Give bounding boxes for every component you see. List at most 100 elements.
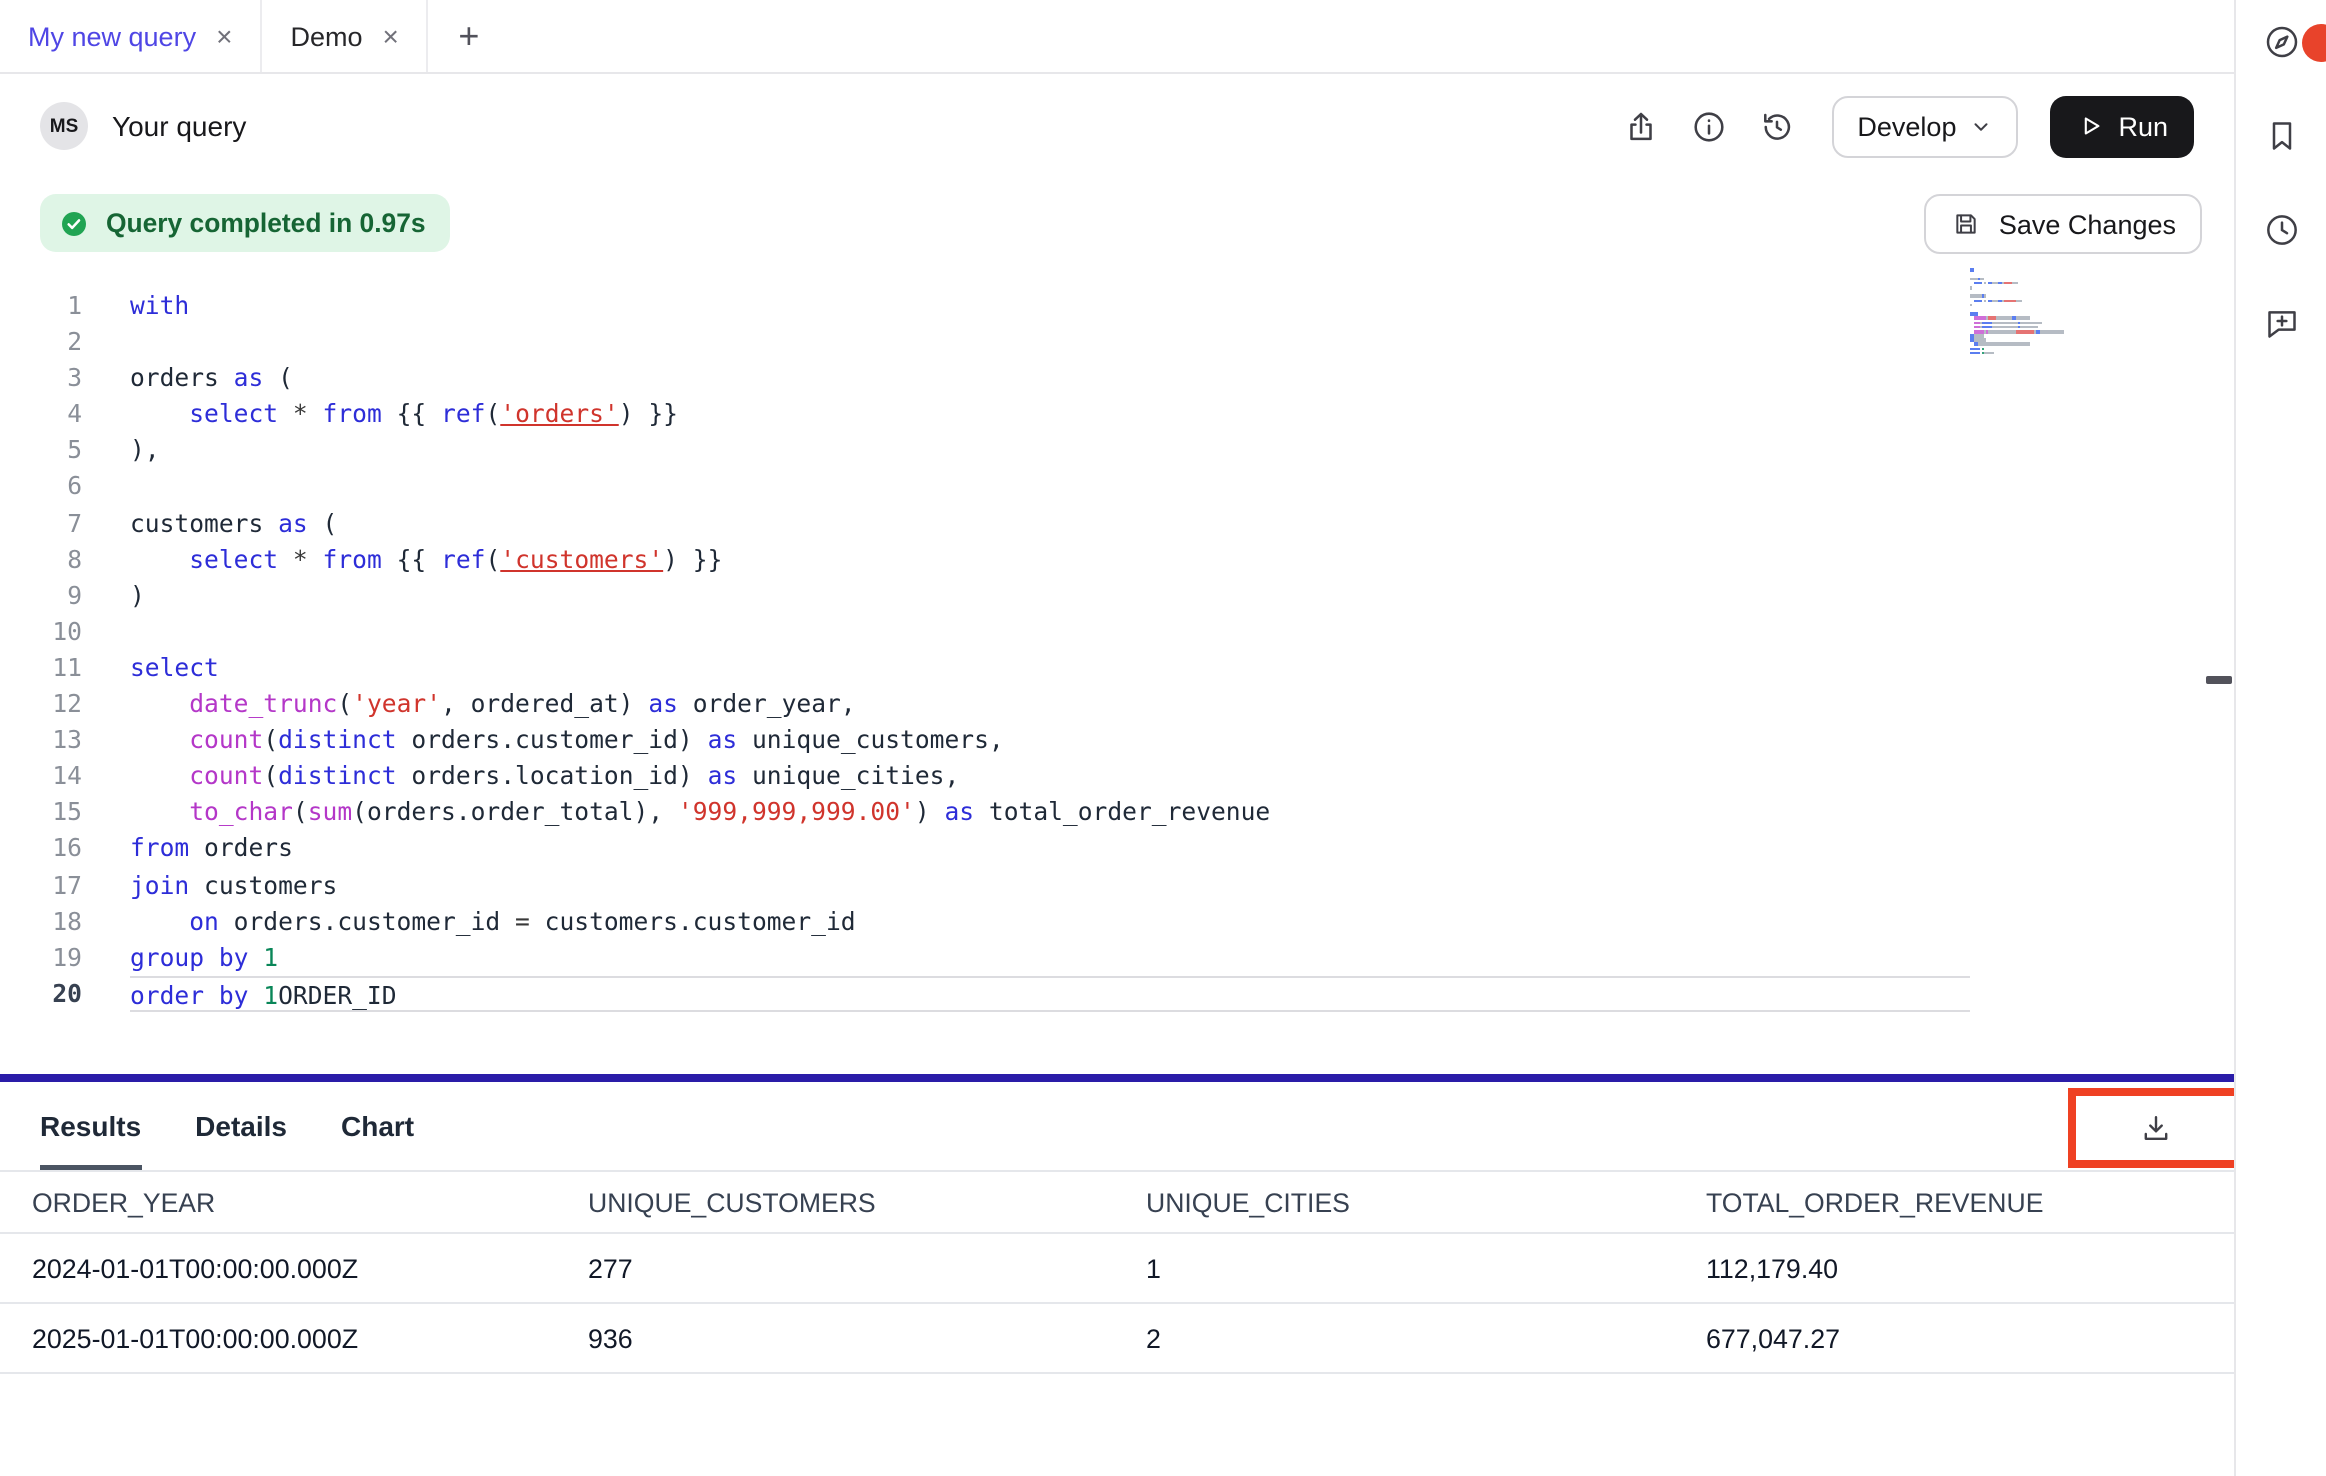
develop-button-label: Develop [1857, 111, 1956, 141]
code-line[interactable]: 18 on orders.customer_id = customers.cus… [0, 903, 2114, 939]
new-tab-button[interactable]: + [429, 0, 509, 72]
download-icon [2138, 1110, 2174, 1146]
share-icon[interactable] [1615, 100, 1667, 152]
minimap-line [1970, 351, 2076, 355]
code-line[interactable]: 1 with [0, 288, 2114, 324]
table-row[interactable]: 2025-01-01T00:00:00.000Z9362677,047.27 [0, 1304, 2234, 1374]
table-body: 2024-01-01T00:00:00.000Z2771112,179.4020… [0, 1234, 2234, 1476]
table-cell: 936 [588, 1323, 1146, 1353]
tab-results[interactable]: Results [40, 1082, 141, 1170]
query-status-banner: Query completed in 0.97s [40, 194, 450, 252]
code-line-text: date_trunc('year', ordered_at) as order_… [130, 686, 856, 722]
line-number: 19 [0, 939, 82, 975]
query-ide-window: My new query × Demo × + MS Your query [0, 0, 2326, 1476]
line-number: 11 [0, 650, 82, 686]
query-header-actions: Develop Run [1599, 95, 2194, 157]
code-line[interactable]: 19group by 1 [0, 939, 2114, 975]
line-number: 14 [0, 758, 82, 794]
code-line[interactable]: 2 [0, 324, 2114, 360]
code-line[interactable]: 4 select * from {{ ref('orders') }} [0, 397, 2114, 433]
line-number: 6 [0, 469, 82, 505]
code-line-text: select * from {{ ref('customers') }} [130, 541, 722, 577]
code-line-text: count(distinct orders.location_id) as un… [130, 758, 959, 794]
run-button[interactable]: Run [2050, 95, 2194, 157]
main-area: My new query × Demo × + MS Your query [0, 0, 2234, 1476]
page-title: Your query [112, 110, 246, 142]
code-line-text: from orders [130, 831, 293, 867]
history-icon[interactable] [1751, 100, 1803, 152]
code-line-text: ) [130, 578, 145, 614]
code-line[interactable]: 14 count(distinct orders.location_id) as… [0, 758, 2114, 794]
line-number: 13 [0, 722, 82, 758]
line-number: 4 [0, 397, 82, 433]
code-line[interactable]: 16 from orders [0, 831, 2114, 867]
code-line[interactable]: 20 order by 1ORDER_ID [0, 976, 2114, 1012]
check-circle-icon [58, 207, 90, 239]
code-line-text: select [130, 650, 219, 686]
line-number: 16 [0, 831, 82, 867]
code-line-text: count(distinct orders.customer_id) as un… [130, 722, 1004, 758]
column-header-order-year: ORDER_YEAR [32, 1187, 588, 1217]
compass-icon[interactable] [2257, 18, 2305, 66]
table-cell: 277 [588, 1253, 1146, 1283]
line-number: 20 [0, 976, 82, 1012]
play-icon [2076, 112, 2104, 140]
code-line-text: to_char(sum(orders.order_total), '999,99… [130, 795, 1270, 831]
code-line[interactable]: 11 select [0, 650, 2114, 686]
code-line-text: with [130, 288, 189, 324]
code-lines[interactable]: 1with23orders as (4 select * from {{ ref… [0, 288, 2114, 1012]
code-line-text: orders as ( [130, 360, 293, 396]
line-number: 12 [0, 686, 82, 722]
tab-demo[interactable]: Demo × [262, 0, 428, 72]
code-line[interactable]: 10 [0, 614, 2114, 650]
code-line[interactable]: 7 customers as ( [0, 505, 2114, 541]
table-row[interactable]: 2024-01-01T00:00:00.000Z2771112,179.40 [0, 1234, 2234, 1304]
chevron-down-icon [1970, 115, 1992, 137]
panel-divider[interactable] [0, 1074, 2234, 1082]
code-line[interactable]: 6 [0, 469, 2114, 505]
minimap[interactable] [1970, 268, 2076, 364]
table-header: ORDER_YEAR UNIQUE_CUSTOMERS UNIQUE_CITIE… [0, 1172, 2234, 1234]
line-number: 17 [0, 867, 82, 903]
code-line[interactable]: 12 date_trunc('year', ordered_at) as ord… [0, 686, 2114, 722]
column-header-unique-cities: UNIQUE_CITIES [1146, 1187, 1706, 1217]
code-line-text: customers as ( [130, 505, 337, 541]
develop-button[interactable]: Develop [1831, 95, 2018, 157]
clock-icon[interactable] [2257, 206, 2305, 254]
line-number: 1 [0, 288, 82, 324]
code-line[interactable]: 9) [0, 578, 2114, 614]
tab-label: My new query [28, 21, 196, 51]
comment-add-icon[interactable] [2257, 300, 2305, 348]
bookmark-icon[interactable] [2257, 112, 2305, 160]
editor-tab-bar: My new query × Demo × + [0, 0, 2234, 74]
download-button[interactable] [2076, 1096, 2236, 1160]
code-line-text: select * from {{ ref('orders') }} [130, 397, 678, 433]
table-cell: 2 [1146, 1323, 1706, 1353]
line-number: 2 [0, 324, 82, 360]
code-line[interactable]: 5), [0, 433, 2114, 469]
line-number: 7 [0, 505, 82, 541]
code-line[interactable]: 15 to_char(sum(orders.order_total), '999… [0, 795, 2114, 831]
table-cell: 112,179.40 [1706, 1253, 2234, 1283]
info-icon[interactable] [1683, 100, 1735, 152]
save-icon [1951, 208, 1983, 240]
tab-my-new-query[interactable]: My new query × [0, 0, 262, 72]
line-number: 3 [0, 360, 82, 396]
code-line-text: order by 1ORDER_ID [130, 976, 1970, 1012]
right-sidebar [2234, 0, 2326, 1476]
tab-chart[interactable]: Chart [341, 1082, 414, 1170]
query-header-left: MS Your query [40, 102, 246, 150]
code-line[interactable]: 13 count(distinct orders.customer_id) as… [0, 722, 2114, 758]
line-number: 5 [0, 433, 82, 469]
code-line[interactable]: 17join customers [0, 867, 2114, 903]
code-line-text: on orders.customer_id = customers.custom… [130, 903, 856, 939]
line-number: 10 [0, 614, 82, 650]
tab-details[interactable]: Details [195, 1082, 287, 1170]
scrollbar-thumb[interactable] [2206, 676, 2232, 684]
code-line[interactable]: 8 select * from {{ ref('customers') }} [0, 541, 2114, 577]
close-icon[interactable]: × [216, 22, 232, 50]
close-icon[interactable]: × [383, 22, 399, 50]
query-status-text: Query completed in 0.97s [106, 208, 426, 238]
save-changes-button[interactable]: Save Changes [1925, 194, 2202, 254]
code-line[interactable]: 3 orders as ( [0, 360, 2114, 396]
